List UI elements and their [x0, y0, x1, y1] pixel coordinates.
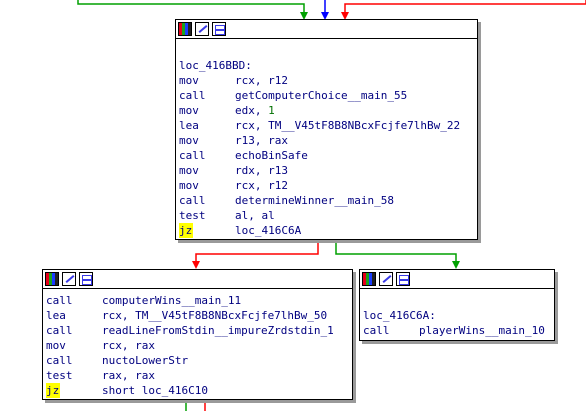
asm-line: call determineWinner__main_58: [179, 193, 477, 208]
asm-line: loc_416C6A:: [363, 308, 554, 323]
asm-line: mov rcx, r12: [179, 178, 477, 193]
node-header: [43, 270, 352, 289]
node-body: loc_416BBD: mov rcx, r12 call getComputerCho…: [176, 39, 477, 238]
operand[interactable]: edx,: [235, 103, 268, 118]
operand[interactable]: playerWins__main_10: [419, 323, 545, 338]
node-header: [176, 20, 477, 39]
operand[interactable]: readLineFromStdin__impureZrdstdin_1: [102, 323, 334, 338]
asm-line: mov r13, rax: [179, 133, 477, 148]
code-label[interactable]: loc_416BBD:: [179, 58, 252, 73]
palette-icon[interactable]: [178, 22, 192, 36]
mnemonic: call: [363, 324, 390, 337]
mnemonic: call: [46, 294, 73, 307]
mnemonic: call: [46, 354, 73, 367]
jump-mnemonic: jz: [179, 223, 193, 238]
operand[interactable]: short loc_416C10: [102, 383, 208, 398]
operand[interactable]: getComputerChoice__main_55: [235, 88, 407, 103]
operand[interactable]: determineWinner__main_58: [235, 193, 394, 208]
operand[interactable]: rcx, rax: [102, 338, 155, 353]
node-after-jz[interactable]: call computerWins__main_11lea rcx, TM__V45…: [42, 269, 353, 400]
mnemonic: call: [179, 194, 206, 207]
operand[interactable]: nuctoLowerStr: [102, 353, 188, 368]
mnemonic: mov: [179, 164, 199, 177]
mnemonic: call: [179, 89, 206, 102]
operand[interactable]: rcx, TM__V45tF8B8NBcxFcjfe7lhBw_50: [102, 308, 327, 323]
jump-mnemonic: jz: [46, 383, 60, 398]
edge-incoming-red: [344, 0, 586, 18]
edge-incoming-green: [77, 0, 305, 18]
asm-line: mov rcx, rax: [46, 338, 352, 353]
mnemonic: mov: [179, 134, 199, 147]
palette-icon[interactable]: [362, 272, 376, 286]
graph-icon[interactable]: [212, 22, 226, 36]
asm-line: call computerWins__main_11: [46, 293, 352, 308]
arrow-true-green: [452, 261, 460, 269]
operand[interactable]: al, al: [235, 208, 275, 223]
asm-line: call getComputerChoice__main_55: [179, 88, 477, 103]
mnemonic: lea: [179, 119, 199, 132]
node-body: call computerWins__main_11lea rcx, TM__V45…: [43, 289, 352, 398]
edit-icon[interactable]: [195, 22, 209, 36]
asm-line: mov edx, 1: [179, 103, 477, 118]
asm-line: lea rcx, TM__V45tF8B8NBcxFcjfe7lhBw_22: [179, 118, 477, 133]
operand[interactable]: rdx, r13: [235, 163, 288, 178]
asm-line: call echoBinSafe: [179, 148, 477, 163]
asm-line: test al, al: [179, 208, 477, 223]
mnemonic: mov: [179, 179, 199, 192]
mnemonic: call: [46, 324, 73, 337]
operand[interactable]: echoBinSafe: [235, 148, 308, 163]
operand[interactable]: rcx, r12: [235, 178, 288, 193]
asm-line: test rax, rax: [46, 368, 352, 383]
mnemonic: test: [46, 369, 73, 382]
asm-line: mov rdx, r13: [179, 163, 477, 178]
edit-icon[interactable]: [62, 272, 76, 286]
asm-line: jz loc_416C6A: [179, 223, 477, 238]
edge-false-red: [195, 240, 319, 266]
mnemonic: lea: [46, 309, 66, 322]
operand[interactable]: rcx, TM__V45tF8B8NBcxFcjfe7lhBw_22: [235, 118, 460, 133]
immediate-value: 1: [268, 104, 275, 117]
mnemonic: mov: [179, 74, 199, 87]
asm-line: mov rcx, r12: [179, 73, 477, 88]
node-loc-416c6a[interactable]: loc_416C6A: call playerWins__main_10: [359, 269, 555, 341]
operand[interactable]: rax, rax: [102, 368, 155, 383]
operand[interactable]: r13, rax: [235, 133, 288, 148]
asm-line: lea rcx, TM__V45tF8B8NBcxFcjfe7lhBw_50: [46, 308, 352, 323]
graph-icon[interactable]: [79, 272, 93, 286]
node-loc-416bbd[interactable]: loc_416BBD: mov rcx, r12 call getComputerCho…: [175, 19, 478, 240]
code-label[interactable]: loc_416C6A:: [363, 308, 436, 323]
edge-true-green: [335, 240, 457, 266]
asm-line: jz short loc_416C10: [46, 383, 352, 398]
mnemonic: mov: [46, 339, 66, 352]
palette-icon[interactable]: [45, 272, 59, 286]
operand[interactable]: computerWins__main_11: [102, 293, 241, 308]
mnemonic: call: [179, 149, 206, 162]
asm-line: call readLineFromStdin__impureZrdstdin_1: [46, 323, 352, 338]
graph-icon[interactable]: [396, 272, 410, 286]
asm-line: loc_416BBD:: [179, 58, 477, 73]
operand[interactable]: loc_416C6A: [235, 223, 301, 238]
node-body: loc_416C6A: call playerWins__main_10: [360, 289, 554, 338]
asm-line: call nuctoLowerStr: [46, 353, 352, 368]
asm-line: call playerWins__main_10: [363, 323, 554, 338]
edit-icon[interactable]: [379, 272, 393, 286]
node-header: [360, 270, 554, 289]
arrow-false-red: [192, 261, 200, 269]
operand[interactable]: rcx, r12: [235, 73, 288, 88]
mnemonic: mov: [179, 104, 199, 117]
mnemonic: test: [179, 209, 206, 222]
